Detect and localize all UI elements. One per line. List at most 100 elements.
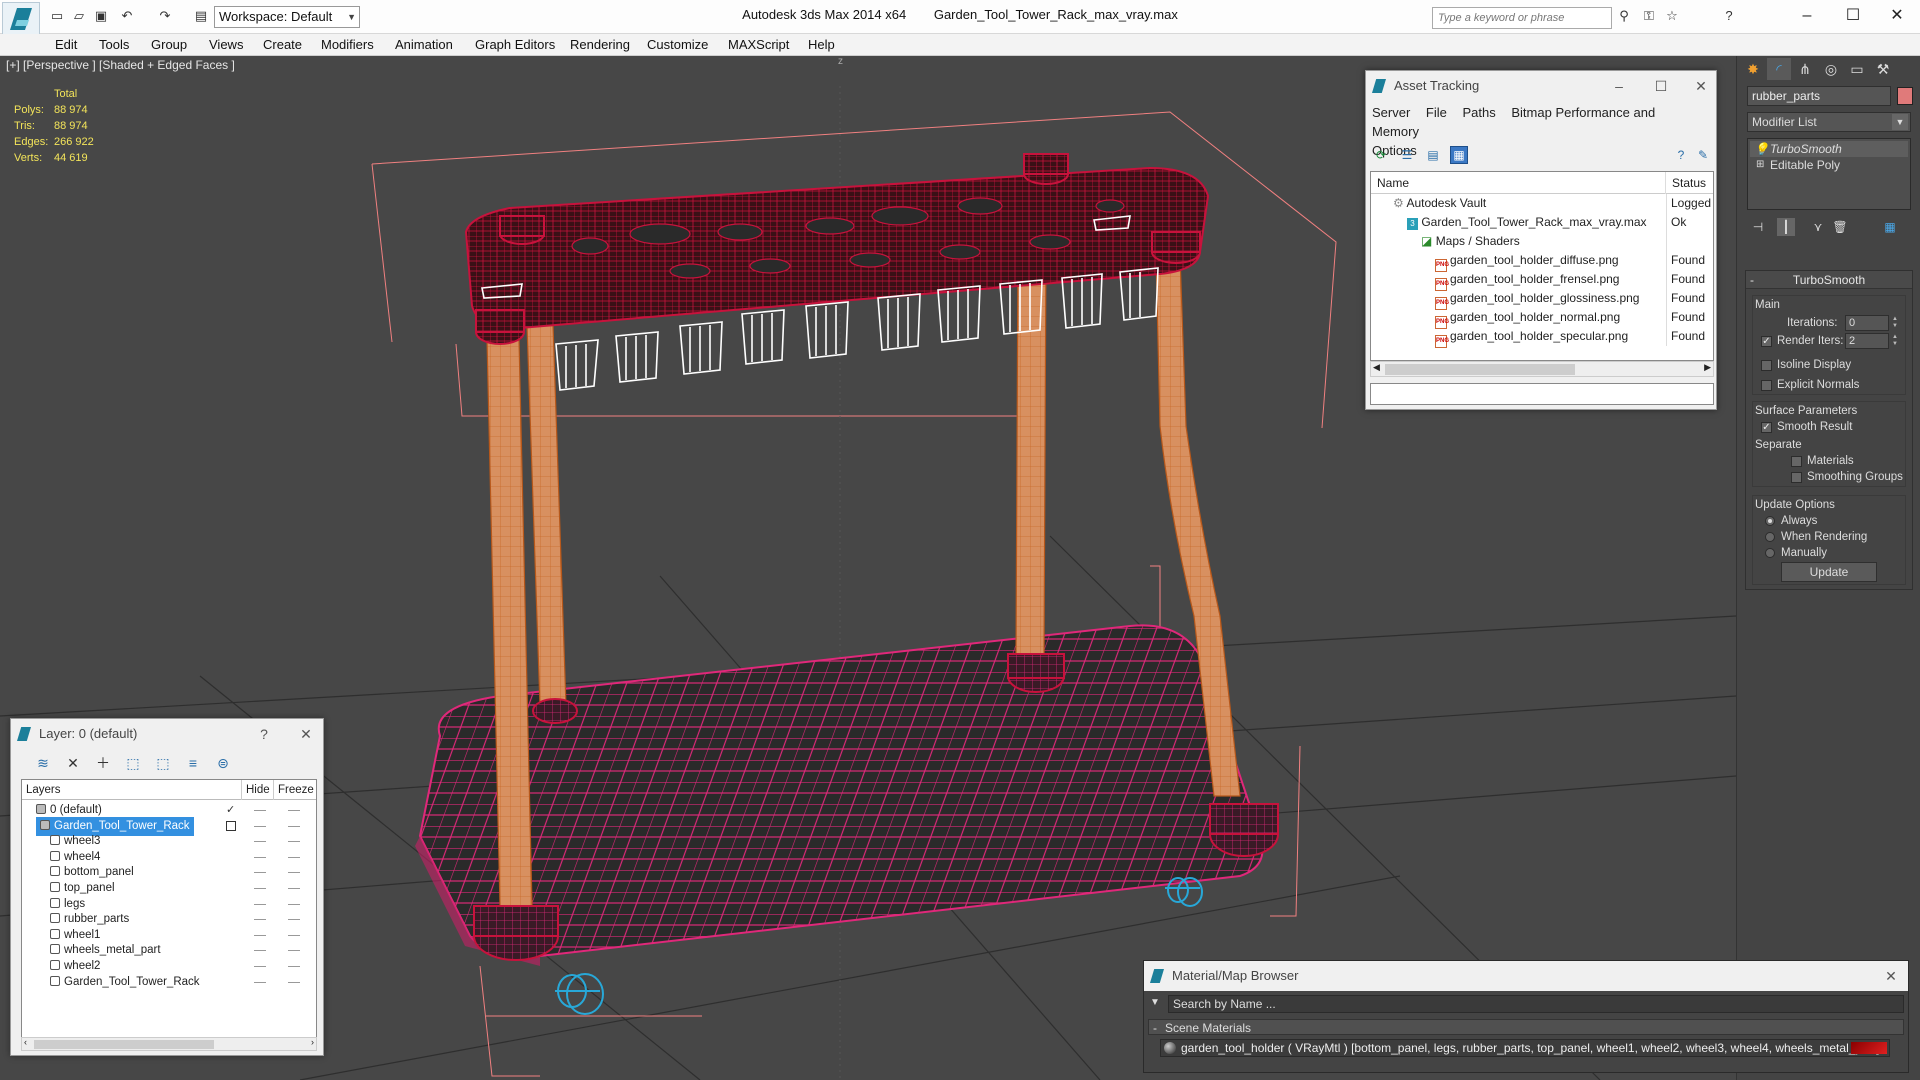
hide-toggle[interactable] xyxy=(254,919,266,921)
help-button[interactable]: ? xyxy=(249,719,279,749)
utilities-tab-icon[interactable]: ⚒ xyxy=(1871,58,1895,80)
undo-icon[interactable]: ↶ xyxy=(118,8,136,24)
separate-materials-checkbox[interactable] xyxy=(1791,456,1802,467)
freeze-toggle[interactable] xyxy=(288,856,300,858)
column-layers[interactable]: Layers xyxy=(22,780,242,800)
column-hide[interactable]: Hide xyxy=(242,780,274,800)
asset-row-bitmap[interactable]: PNGgarden_tool_holder_normal.png Found xyxy=(1371,308,1713,329)
help-icon[interactable]: ? xyxy=(1720,8,1738,24)
display-tab-icon[interactable]: ▭ xyxy=(1845,58,1869,80)
close-button[interactable]: ✕ xyxy=(1686,71,1716,101)
menu-rendering[interactable]: Rendering xyxy=(570,34,630,56)
iterations-spinner[interactable]: 0 xyxy=(1845,315,1900,331)
add-layer-icon[interactable]: ＋ xyxy=(93,753,113,773)
freeze-toggle[interactable] xyxy=(288,903,300,905)
close-button[interactable]: ✕ xyxy=(1876,961,1906,991)
options-icon[interactable]: ✎ xyxy=(1694,146,1712,164)
scroll-left-icon[interactable]: ◀ xyxy=(1373,362,1380,373)
smooth-result-checkbox[interactable]: ✓ xyxy=(1761,422,1772,433)
column-freeze[interactable]: Freeze xyxy=(274,780,316,800)
menu-bitmap-performance[interactable]: Bitmap Performance and Memory xyxy=(1372,105,1655,139)
column-status[interactable]: Status xyxy=(1666,172,1713,194)
asset-horizontal-scrollbar[interactable]: ◀ ▶ xyxy=(1370,361,1714,377)
hide-toggle[interactable] xyxy=(254,888,266,889)
detail-view-icon[interactable]: ▤ xyxy=(1424,146,1442,164)
menu-customize[interactable]: Customize xyxy=(647,34,708,56)
freeze-toggle[interactable] xyxy=(288,872,300,874)
scrollbar-thumb[interactable] xyxy=(34,1040,214,1049)
scroll-right-icon[interactable]: ▶ xyxy=(1704,362,1711,373)
explicit-normals-checkbox[interactable] xyxy=(1761,380,1772,391)
menu-help[interactable]: Help xyxy=(808,34,835,56)
material-entry[interactable]: garden_tool_holder ( VRayMtl ) [bottom_p… xyxy=(1160,1039,1890,1057)
hide-toggle[interactable] xyxy=(254,903,266,905)
refresh-icon[interactable]: ⟳ xyxy=(1372,146,1390,164)
menu-modifiers[interactable]: Modifiers xyxy=(321,34,374,56)
menu-create[interactable]: Create xyxy=(263,34,302,56)
binoculars-icon[interactable]: ⚲ xyxy=(1615,8,1633,24)
menu-server[interactable]: Server xyxy=(1372,105,1410,120)
hide-toggle[interactable] xyxy=(254,825,266,827)
set-current-layer-icon[interactable]: ≡ xyxy=(183,753,203,773)
update-when-rendering-radio[interactable] xyxy=(1765,532,1775,542)
render-iters-checkbox[interactable]: ✓ xyxy=(1761,336,1772,347)
freeze-toggle[interactable] xyxy=(288,934,300,936)
layer-titlebar[interactable]: Layer: 0 (default) ? ✕ xyxy=(11,719,323,749)
hierarchy-tab-icon[interactable]: ⋔ xyxy=(1793,58,1817,80)
asset-row-max-file[interactable]: 3 Garden_Tool_Tower_Rack_max_vray.max Ok xyxy=(1371,213,1713,232)
redo-icon[interactable]: ↷ xyxy=(156,8,174,24)
menu-group[interactable]: Group xyxy=(151,34,187,56)
open-file-icon[interactable]: ▱ xyxy=(70,8,88,24)
remove-modifier-icon[interactable]: 🗑 xyxy=(1831,218,1849,236)
star-icon[interactable]: ☆ xyxy=(1663,8,1681,24)
delete-layer-icon[interactable]: ✕ xyxy=(63,753,83,773)
freeze-toggle[interactable] xyxy=(288,950,300,952)
asset-path-field[interactable] xyxy=(1370,383,1714,405)
asset-row-bitmap[interactable]: PNGgarden_tool_holder_frensel.png Found xyxy=(1371,270,1713,291)
browser-options-icon[interactable]: ▼ xyxy=(1150,997,1160,1008)
maximize-button[interactable]: ☐ xyxy=(1646,71,1676,101)
menu-paths[interactable]: Paths xyxy=(1463,105,1496,120)
configure-modifier-sets-icon[interactable]: ▦ xyxy=(1881,218,1899,236)
scroll-right-icon[interactable]: › xyxy=(311,1037,314,1047)
freeze-toggle[interactable] xyxy=(288,919,300,921)
show-end-result-icon[interactable]: ┃ xyxy=(1777,218,1795,236)
asset-row-bitmap[interactable]: PNGgarden_tool_holder_specular.png Found xyxy=(1371,327,1713,348)
lightbulb-icon[interactable]: 💡 xyxy=(1754,141,1769,157)
asset-row-bitmap[interactable]: PNGgarden_tool_holder_diffuse.png Found xyxy=(1371,251,1713,272)
pin-stack-icon[interactable]: ⊣ xyxy=(1749,218,1767,236)
hide-toggle[interactable] xyxy=(254,966,266,967)
hide-toggle[interactable] xyxy=(254,856,266,858)
stack-item-editable-poly[interactable]: ⊞ Editable Poly xyxy=(1750,157,1908,173)
make-unique-icon[interactable]: ⋎ xyxy=(1809,218,1827,236)
hide-toggle[interactable] xyxy=(254,872,266,874)
object-name-field[interactable]: rubber_parts xyxy=(1747,86,1891,106)
update-button[interactable]: Update xyxy=(1781,562,1877,582)
object-color-swatch[interactable] xyxy=(1897,87,1913,105)
asset-row-bitmap[interactable]: PNGgarden_tool_holder_glossiness.png Fou… xyxy=(1371,289,1713,310)
table-view-icon[interactable]: ▦ xyxy=(1450,146,1468,164)
hide-toggle[interactable] xyxy=(254,950,266,952)
asset-row-vault[interactable]: ⚙ Autodesk Vault Logged O xyxy=(1371,194,1713,213)
menu-file[interactable]: File xyxy=(1426,105,1447,120)
menu-graph-editors[interactable]: Graph Editors xyxy=(475,34,555,56)
workspace-dropdown[interactable]: Workspace: Default ▼ xyxy=(214,6,360,28)
update-always-radio[interactable] xyxy=(1765,516,1775,526)
update-manually-radio[interactable] xyxy=(1765,548,1775,558)
help-icon[interactable]: ? xyxy=(1672,146,1690,164)
freeze-toggle[interactable] xyxy=(288,810,300,811)
menu-edit[interactable]: Edit xyxy=(55,34,77,56)
menu-animation[interactable]: Animation xyxy=(395,34,453,56)
hide-toggle[interactable] xyxy=(254,934,266,936)
scrollbar-thumb[interactable] xyxy=(1385,364,1575,375)
rollout-title[interactable]: - TurboSmooth xyxy=(1746,271,1912,289)
hide-toggle[interactable] xyxy=(254,981,266,983)
new-file-icon[interactable]: ▭ xyxy=(48,8,66,24)
freeze-toggle[interactable] xyxy=(288,825,300,827)
scene-materials-section[interactable]: - Scene Materials xyxy=(1148,1019,1904,1035)
freeze-toggle[interactable] xyxy=(288,841,300,843)
key-icon[interactable]: ⚿ xyxy=(1640,8,1658,24)
scroll-left-icon[interactable]: ‹ xyxy=(24,1037,27,1047)
app-menu-button[interactable] xyxy=(2,2,40,36)
project-folder-icon[interactable]: ▤ xyxy=(192,8,210,24)
